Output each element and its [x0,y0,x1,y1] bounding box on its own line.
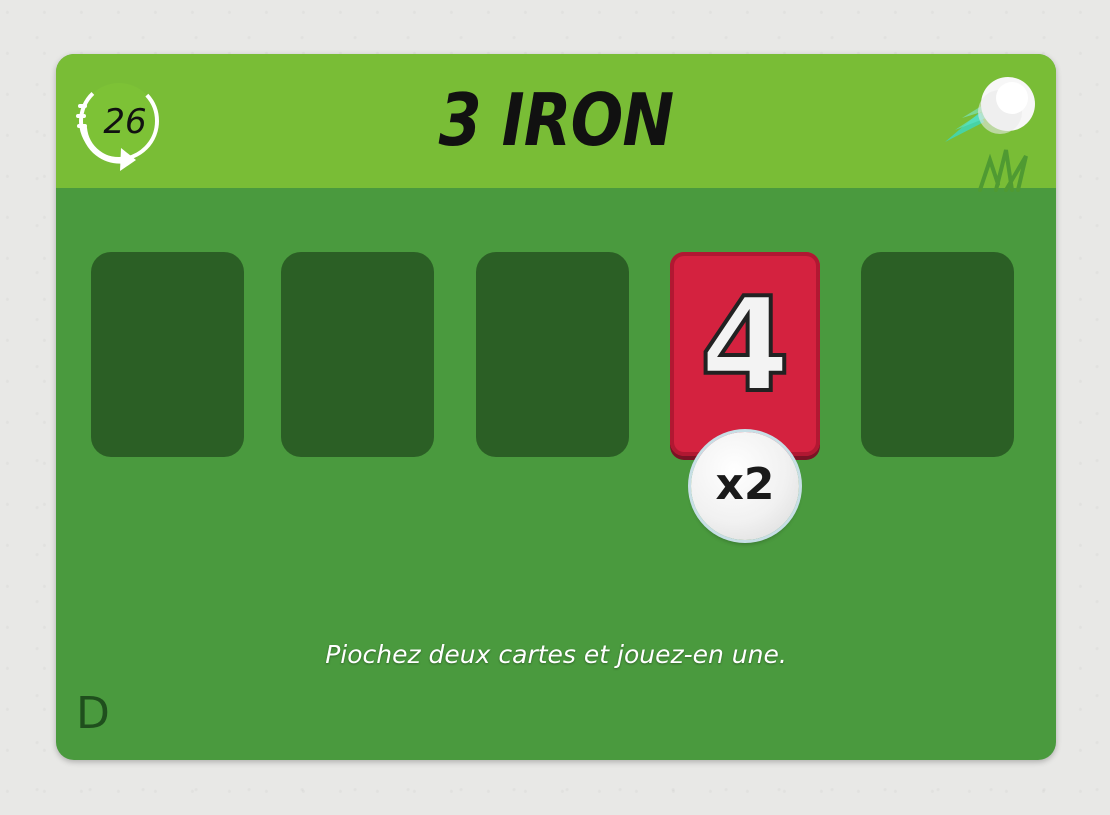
multiplier-token: x2 [691,432,799,540]
empty-card-slot[interactable] [476,252,629,457]
played-card-value: 4 [698,268,792,422]
multiplier-label: x2 [715,459,775,510]
card-title: 3 IRON [438,78,675,162]
empty-card-slot[interactable] [861,252,1014,457]
game-card: 26 3 IRON 4 x2 Piochez deux cartes et jo… [56,54,1056,760]
instruction-text: Piochez deux cartes et jouez-en une. [325,640,787,669]
golf-ball-icon [945,77,1035,192]
empty-card-slot[interactable] [91,252,244,457]
corner-letter: D [76,688,110,739]
played-card[interactable]: 4 [670,252,820,456]
empty-card-slot[interactable] [281,252,434,457]
